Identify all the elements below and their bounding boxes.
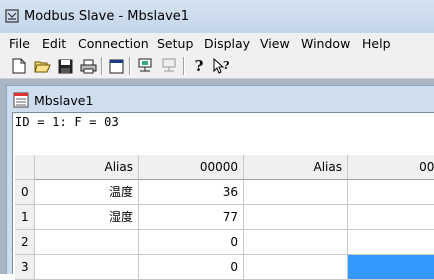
alias-cell[interactable]	[244, 255, 348, 280]
menu-setup[interactable]: Setup	[157, 36, 193, 51]
header-alias-2[interactable]: Alias	[244, 155, 348, 180]
svg-text:?: ?	[223, 59, 229, 72]
row-header: 0	[15, 180, 35, 205]
toolbar-separator	[101, 57, 103, 75]
grid-corner	[15, 155, 35, 180]
value-cell[interactable]: 0	[139, 255, 244, 280]
value-cell[interactable]	[348, 230, 434, 255]
window-title: Modbus Slave - Mbslave1	[24, 9, 190, 24]
menu-view[interactable]: View	[260, 36, 290, 51]
new-document-icon[interactable]	[10, 57, 28, 75]
print-icon[interactable]	[79, 57, 97, 75]
child-window-title: Mbslave1	[34, 93, 94, 108]
row-header: 1	[15, 205, 35, 230]
toolbar: ? ?	[0, 53, 434, 79]
header-address-2[interactable]: 000	[348, 155, 434, 180]
help-icon[interactable]: ?	[190, 57, 208, 75]
alias-cell[interactable]	[244, 230, 348, 255]
title-bar: Modbus Slave - Mbslave1	[0, 0, 434, 33]
toolbar-separator	[129, 57, 131, 75]
app-icon	[5, 9, 19, 23]
disconnect-icon[interactable]	[160, 57, 178, 75]
alias-cell[interactable]	[244, 205, 348, 230]
menu-display[interactable]: Display	[204, 36, 250, 51]
menu-file[interactable]: File	[9, 36, 30, 51]
alias-cell[interactable]	[35, 230, 139, 255]
row-header: 2	[15, 230, 35, 255]
toolbar-separator	[183, 57, 185, 75]
save-icon[interactable]	[56, 57, 74, 75]
row-header: 3	[15, 255, 35, 280]
value-cell[interactable]: 36	[139, 180, 244, 205]
window-icon[interactable]	[107, 57, 125, 75]
alias-cell[interactable]: 湿度	[35, 205, 139, 230]
open-folder-icon[interactable]	[33, 57, 51, 75]
slave-info: ID = 1: F = 03	[15, 115, 119, 129]
value-cell[interactable]: 0	[139, 230, 244, 255]
context-help-icon[interactable]: ?	[212, 57, 230, 75]
menu-bar: File Edit Connection Setup Display View …	[0, 33, 434, 53]
menu-connection[interactable]: Connection	[78, 36, 149, 51]
header-alias[interactable]: Alias	[35, 155, 139, 180]
value-cell[interactable]: 77	[139, 205, 244, 230]
value-cell[interactable]	[348, 205, 434, 230]
menu-edit[interactable]: Edit	[42, 36, 66, 51]
menu-window[interactable]: Window	[301, 36, 350, 51]
client-area: ID = 1: F = 03 Alias 00000 Alias 000 0 温…	[12, 112, 434, 280]
alias-cell[interactable]	[35, 255, 139, 280]
header-address[interactable]: 00000	[139, 155, 244, 180]
selected-value-cell[interactable]	[348, 255, 434, 280]
menu-help[interactable]: Help	[362, 36, 391, 51]
value-cell[interactable]	[348, 180, 434, 205]
alias-cell[interactable]: 温度	[35, 180, 139, 205]
connect-icon[interactable]	[136, 57, 154, 75]
document-icon	[13, 92, 29, 108]
alias-cell[interactable]	[244, 180, 348, 205]
